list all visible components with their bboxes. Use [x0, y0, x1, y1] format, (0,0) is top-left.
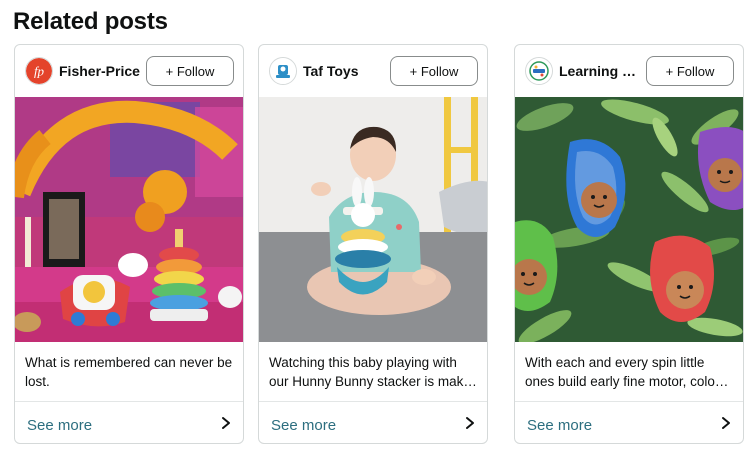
post-image[interactable] [15, 97, 243, 342]
post-image[interactable] [259, 97, 487, 342]
baby-playing-stacker-image [259, 97, 487, 342]
brand-name[interactable]: Fisher-Price [59, 63, 141, 79]
chevron-right-icon[interactable] [465, 416, 475, 430]
see-more-row[interactable]: See more [515, 402, 743, 443]
see-more-row[interactable]: See more [259, 402, 487, 443]
see-more-row[interactable]: See more [15, 402, 243, 443]
svg-text:fp: fp [34, 64, 45, 79]
post-card-fisher-price[interactable]: fp Fisher-Price + Follow What is remembe… [14, 44, 244, 444]
taf-toys-logo-icon[interactable] [269, 57, 297, 85]
avocado-spinning-toys-image [515, 97, 743, 342]
card-header: Learning R... + Follow [515, 45, 743, 97]
follow-button[interactable]: + Follow [646, 56, 734, 86]
card-header: fp Fisher-Price + Follow [15, 45, 243, 97]
see-more-link[interactable]: See more [27, 417, 92, 434]
post-card-learning-resources[interactable]: Learning R... + Follow With each and eve… [514, 44, 744, 444]
fisher-price-logo-icon[interactable]: fp [25, 57, 53, 85]
learning-resources-logo-icon[interactable] [525, 57, 553, 85]
post-caption: What is remembered can never be lost. [25, 355, 233, 389]
chevron-right-icon[interactable] [221, 416, 231, 430]
see-more-link[interactable]: See more [271, 417, 336, 434]
post-caption: With each and every spin little ones bui… [525, 355, 729, 389]
see-more-link[interactable]: See more [527, 417, 592, 434]
post-card-taf-toys[interactable]: Taf Toys + Follow Watching this baby pla… [258, 44, 488, 444]
follow-button[interactable]: + Follow [390, 56, 478, 86]
chevron-right-icon[interactable] [721, 416, 731, 430]
post-caption: Watching this baby playing with our Hunn… [269, 355, 477, 389]
section-title: Related posts [13, 8, 168, 35]
brand-name[interactable]: Taf Toys [303, 63, 385, 79]
brand-name[interactable]: Learning R... [559, 63, 641, 79]
post-image[interactable] [515, 97, 743, 342]
day-of-the-dead-altar-toys-image [15, 97, 243, 342]
follow-button[interactable]: + Follow [146, 56, 234, 86]
card-header: Taf Toys + Follow [259, 45, 487, 97]
